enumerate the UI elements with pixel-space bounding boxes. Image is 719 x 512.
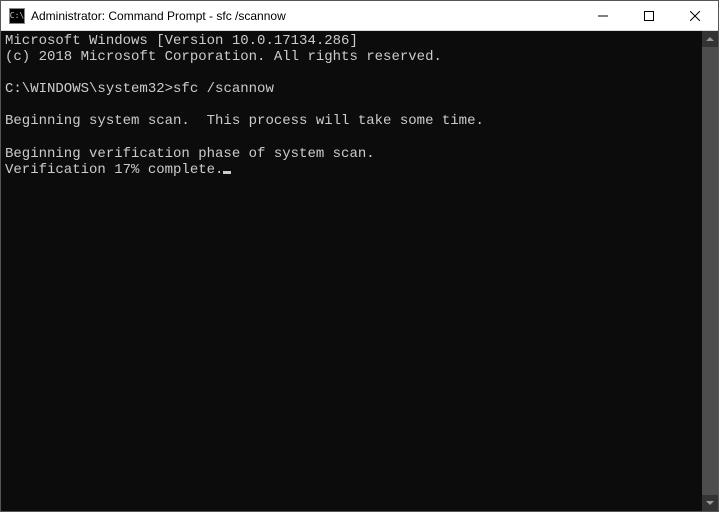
command-prompt-window: C:\ Administrator: Command Prompt - sfc … <box>0 0 719 512</box>
output-blank <box>5 97 698 113</box>
scroll-track[interactable] <box>702 47 718 495</box>
output-blank <box>5 65 698 81</box>
prompt-text: C:\WINDOWS\system32> <box>5 81 173 97</box>
terminal-output[interactable]: Microsoft Windows [Version 10.0.17134.28… <box>1 31 702 511</box>
output-line: Beginning system scan. This process will… <box>5 113 698 129</box>
scroll-up-button[interactable] <box>702 31 718 47</box>
window-controls <box>580 1 718 30</box>
app-icon: C:\ <box>9 8 25 24</box>
cursor <box>223 171 231 174</box>
output-line: Verification 17% complete. <box>5 162 698 178</box>
vertical-scrollbar[interactable] <box>702 31 718 511</box>
output-line: Microsoft Windows [Version 10.0.17134.28… <box>5 33 698 49</box>
window-title: Administrator: Command Prompt - sfc /sca… <box>31 9 580 23</box>
prompt-line: C:\WINDOWS\system32>sfc /scannow <box>5 81 698 97</box>
output-line: Beginning verification phase of system s… <box>5 146 698 162</box>
command-text: sfc /scannow <box>173 81 274 97</box>
close-icon <box>690 11 700 21</box>
minimize-icon <box>598 11 608 21</box>
progress-text: Verification 17% complete. <box>5 162 223 178</box>
maximize-button[interactable] <box>626 1 672 30</box>
app-icon-text: C:\ <box>10 12 24 20</box>
terminal-area: Microsoft Windows [Version 10.0.17134.28… <box>1 31 718 511</box>
scroll-down-button[interactable] <box>702 495 718 511</box>
output-blank <box>5 130 698 146</box>
chevron-up-icon <box>706 35 714 43</box>
scroll-thumb[interactable] <box>702 47 718 495</box>
chevron-down-icon <box>706 499 714 507</box>
close-button[interactable] <box>672 1 718 30</box>
titlebar[interactable]: C:\ Administrator: Command Prompt - sfc … <box>1 1 718 31</box>
minimize-button[interactable] <box>580 1 626 30</box>
output-line: (c) 2018 Microsoft Corporation. All righ… <box>5 49 698 65</box>
maximize-icon <box>644 11 654 21</box>
